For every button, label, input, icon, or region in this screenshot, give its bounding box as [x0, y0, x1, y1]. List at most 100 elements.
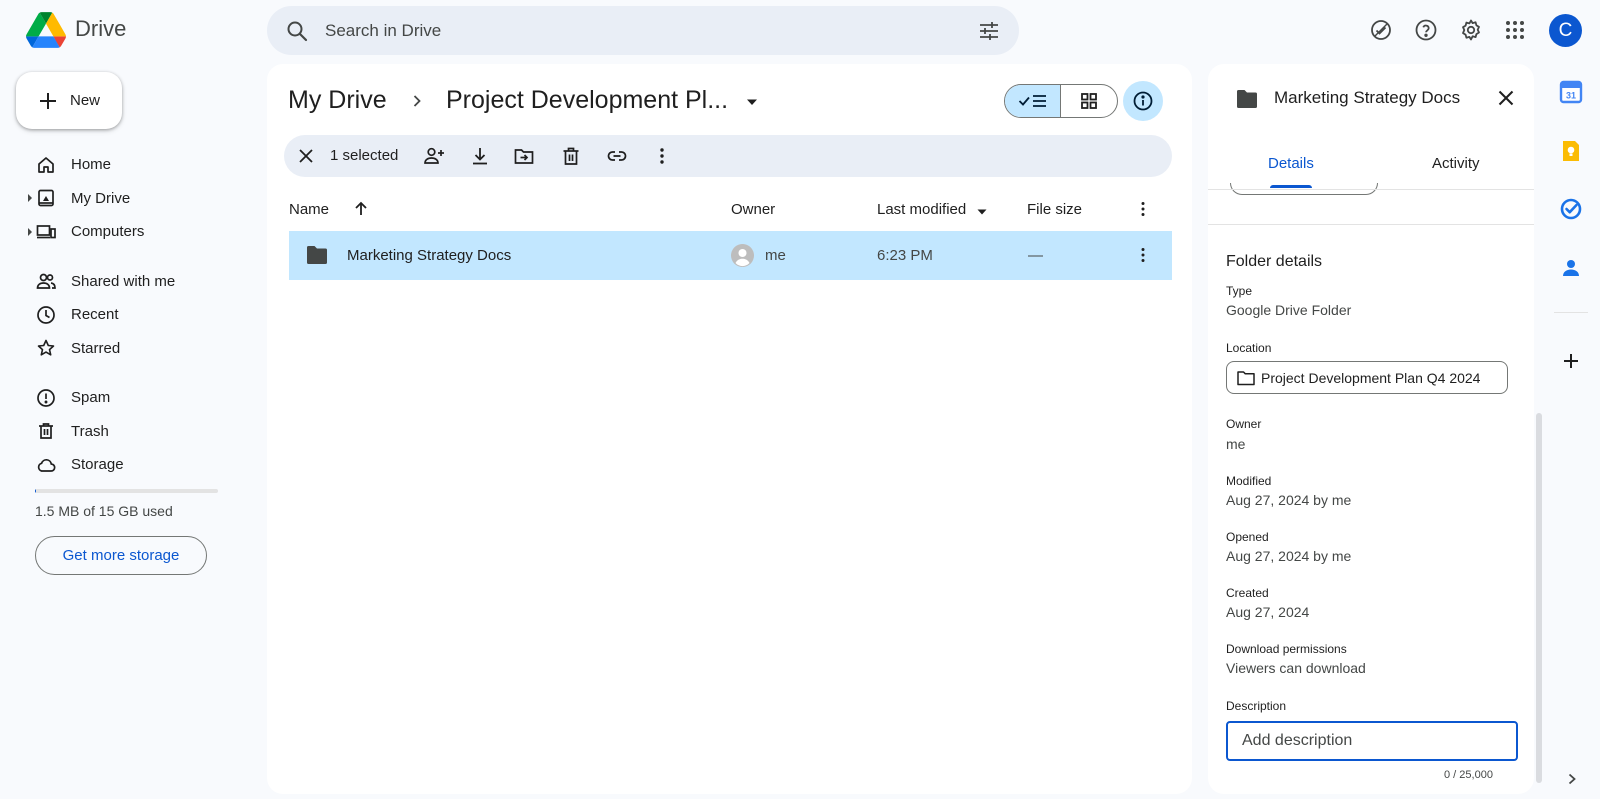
- modified-value: Aug 27, 2024 by me: [1226, 492, 1352, 508]
- caret-down-icon[interactable]: [744, 94, 760, 110]
- folder-outline-icon: [1237, 370, 1255, 385]
- sidebar-item-label: My Drive: [71, 189, 131, 207]
- selection-toolbar: 1 selected: [284, 135, 1172, 177]
- storage-usage-fill: [35, 489, 36, 493]
- tasks-icon[interactable]: [1559, 197, 1583, 221]
- type-value: Google Drive Folder: [1226, 302, 1352, 318]
- star-icon: [37, 339, 55, 356]
- sidebar-item-label: Shared with me: [71, 272, 176, 290]
- layout-toggle[interactable]: [1004, 84, 1118, 118]
- settings-icon[interactable]: [1459, 18, 1483, 42]
- get-more-storage-button[interactable]: Get more storage: [35, 536, 207, 575]
- chevron-right-icon: [413, 95, 421, 107]
- row-file-size: —: [1028, 247, 1043, 264]
- sidebar-item-label: Spam: [71, 389, 111, 407]
- sidebar-item-storage[interactable]: Storage: [0, 448, 240, 482]
- more-actions-icon[interactable]: [651, 145, 673, 167]
- clear-selection-icon[interactable]: [296, 146, 316, 166]
- type-label: Type: [1226, 284, 1253, 298]
- move-icon[interactable]: [513, 145, 535, 167]
- search-options-icon[interactable]: [977, 19, 1001, 43]
- sidebar-item-recent[interactable]: Recent: [0, 298, 240, 332]
- description-char-counter: 0 / 25,000: [1444, 769, 1493, 781]
- plus-icon: [40, 92, 56, 109]
- caret-down-icon[interactable]: [976, 206, 988, 218]
- cloud-icon: [37, 458, 56, 472]
- search-bar[interactable]: [267, 6, 1019, 55]
- account-avatar[interactable]: C: [1549, 14, 1582, 47]
- table-row[interactable]: Marketing Strategy Docs me 6:23 PM —: [289, 231, 1172, 280]
- location-label: Location: [1226, 341, 1272, 355]
- contacts-icon[interactable]: [1559, 256, 1583, 280]
- folder-icon: [1237, 90, 1257, 108]
- list-layout-button[interactable]: [1005, 85, 1062, 117]
- keep-icon[interactable]: [1559, 139, 1583, 163]
- sidebar-nav: Home My Drive Computers Shared with me R…: [0, 148, 240, 482]
- row-modified: 6:23 PM: [877, 247, 933, 264]
- download-icon[interactable]: [469, 145, 491, 167]
- folder-details-heading: Folder details: [1226, 253, 1323, 270]
- column-header-file-size[interactable]: File size: [1027, 201, 1082, 218]
- details-scrollbar[interactable]: [1536, 413, 1542, 783]
- sidebar-item-starred[interactable]: Starred: [0, 332, 240, 366]
- new-button-label: New: [70, 92, 101, 109]
- sidebar-item-label: Trash: [71, 422, 109, 440]
- spam-icon: [37, 388, 55, 407]
- tab-activity[interactable]: Activity: [1432, 155, 1480, 172]
- offline-ready-icon[interactable]: [1369, 18, 1393, 42]
- sidebar-item-shared[interactable]: Shared with me: [0, 265, 240, 299]
- breadcrumb-current-folder[interactable]: Project Development Pl...: [446, 86, 728, 115]
- apps-grid-icon[interactable]: [1503, 18, 1527, 42]
- breadcrumb-my-drive[interactable]: My Drive: [288, 86, 387, 115]
- chevron-right-icon[interactable]: [1566, 771, 1578, 787]
- storage-usage-bar: [35, 489, 218, 493]
- search-input[interactable]: [325, 20, 945, 41]
- plus-icon[interactable]: [1559, 349, 1583, 373]
- active-tab-indicator: [1270, 185, 1312, 188]
- location-value: Project Development Plan Q4 2024: [1261, 369, 1481, 386]
- created-value: Aug 27, 2024: [1226, 604, 1310, 620]
- share-icon[interactable]: [423, 145, 445, 167]
- svg-text:31: 31: [1566, 91, 1576, 101]
- calendar-icon[interactable]: 31: [1559, 80, 1583, 104]
- expand-arrow-icon[interactable]: [27, 227, 33, 236]
- description-input[interactable]: [1226, 721, 1518, 761]
- column-header-owner[interactable]: Owner: [731, 201, 775, 218]
- search-icon[interactable]: [285, 19, 309, 43]
- more-actions-icon[interactable]: [1134, 246, 1152, 264]
- computers-icon: [36, 224, 56, 239]
- column-options-icon[interactable]: [1134, 200, 1152, 218]
- sidebar-item-label: Recent: [71, 306, 119, 324]
- grid-layout-button[interactable]: [1061, 85, 1117, 117]
- new-button[interactable]: New: [16, 72, 122, 129]
- help-icon[interactable]: [1414, 18, 1438, 42]
- storage-usage-text: 1.5 MB of 15 GB used: [35, 503, 173, 519]
- sidebar-item-label: Computers: [71, 223, 145, 241]
- column-header-name[interactable]: Name: [289, 201, 329, 218]
- trash-icon[interactable]: [560, 145, 582, 167]
- tab-details[interactable]: Details: [1268, 155, 1314, 172]
- owner-avatar: [731, 244, 754, 267]
- home-icon: [38, 156, 54, 173]
- person-icon: [731, 244, 754, 267]
- selection-count: 1 selected: [330, 147, 399, 164]
- sidebar-item-computers[interactable]: Computers: [0, 215, 240, 249]
- tab-divider: [1208, 189, 1534, 190]
- sidebar-item-my-drive[interactable]: My Drive: [0, 182, 240, 216]
- sidebar-item-spam[interactable]: Spam: [0, 381, 240, 415]
- modified-label: Modified: [1226, 474, 1272, 488]
- shared-icon: [36, 273, 56, 290]
- sort-ascending-icon[interactable]: [352, 200, 370, 218]
- section-divider: [1208, 224, 1534, 225]
- copy-link-icon[interactable]: [606, 145, 628, 167]
- sidebar-item-label: Storage: [71, 456, 124, 474]
- location-chip[interactable]: Project Development Plan Q4 2024: [1226, 361, 1508, 394]
- owner-value: me: [1226, 436, 1246, 452]
- view-details-button[interactable]: [1123, 81, 1163, 121]
- sidebar-item-home[interactable]: Home: [0, 148, 240, 182]
- sidebar-item-trash[interactable]: Trash: [0, 415, 240, 449]
- drive-logo-icon[interactable]: [26, 12, 66, 48]
- close-icon[interactable]: [1496, 88, 1516, 108]
- column-header-last-modified[interactable]: Last modified: [877, 201, 966, 218]
- expand-arrow-icon[interactable]: [27, 194, 33, 203]
